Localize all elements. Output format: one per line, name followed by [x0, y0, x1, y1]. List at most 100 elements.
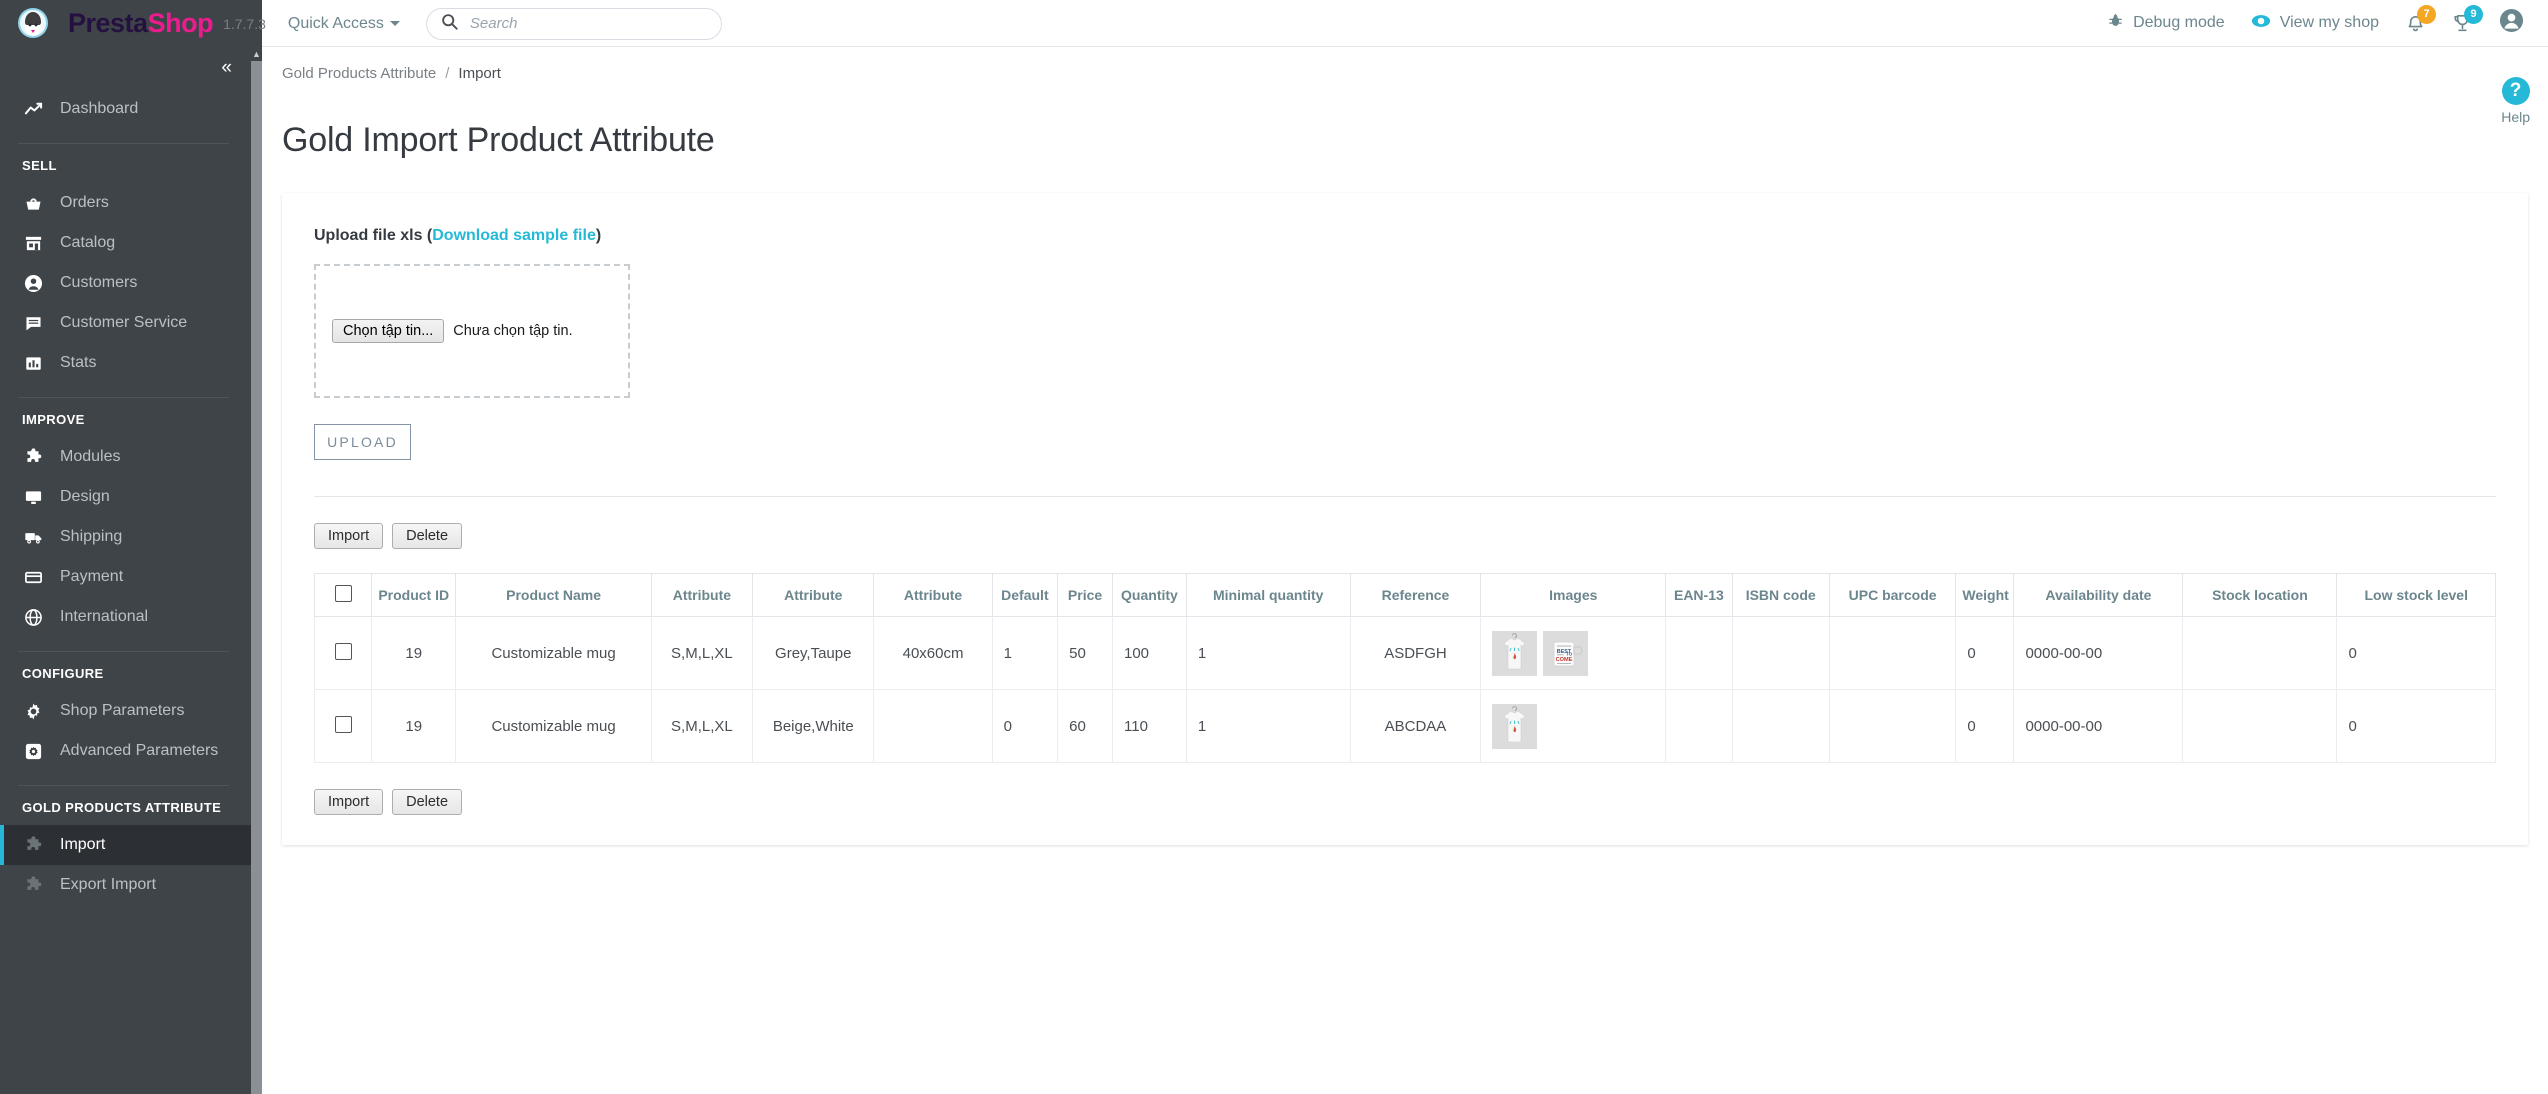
cell-product-id: 19: [370, 689, 457, 763]
cell-upc: [1828, 689, 1957, 763]
col-attribute-1: Attribute: [650, 573, 754, 617]
col-low-stock-level: Low stock level: [2336, 573, 2496, 617]
table-row: 19 Customizable mug S,M,L,XL Grey,Taupe …: [314, 616, 2496, 690]
sidebar-item-shipping[interactable]: Shipping: [0, 517, 251, 557]
cell-product-name: Customizable mug: [455, 689, 652, 763]
col-default: Default: [991, 573, 1059, 617]
select-all-header: [314, 573, 372, 617]
help-button[interactable]: ? Help: [2501, 77, 2530, 125]
sidebar-item-design[interactable]: Design: [0, 477, 251, 517]
cell-low-stock-level: 0: [2336, 616, 2496, 690]
sidebar-item-label: Payment: [60, 568, 124, 585]
scroll-up-icon[interactable]: ▲: [251, 47, 262, 61]
sidebar-item-stats[interactable]: Stats: [0, 343, 251, 383]
sidebar-item-customer-service[interactable]: Customer Service: [0, 303, 251, 343]
row-checkbox[interactable]: [334, 642, 352, 660]
upload-button[interactable]: UPLOAD: [314, 424, 411, 460]
debug-mode-label: Debug mode: [2133, 14, 2225, 31]
cell-images: BEST TO COME: [1480, 616, 1667, 690]
trending-up-icon: [22, 100, 44, 119]
quick-access-menu[interactable]: Quick Access: [288, 15, 400, 33]
cell-weight: 0: [1955, 689, 2015, 763]
row-select-cell: [314, 616, 372, 690]
breadcrumb-current: Import: [458, 65, 501, 82]
view-my-shop-button[interactable]: View my shop: [2251, 11, 2379, 36]
sidebar-group-title-sell: SELL: [22, 158, 57, 173]
delete-button-top[interactable]: Delete: [392, 523, 463, 549]
col-weight: Weight: [1955, 573, 2015, 617]
sidebar-scrollbar-thumb[interactable]: [251, 47, 262, 1094]
import-button-top[interactable]: Import: [314, 523, 384, 549]
notifications-button[interactable]: 7: [2405, 4, 2436, 34]
debug-mode-button[interactable]: Debug mode: [2107, 12, 2225, 34]
cell-quantity: 110: [1112, 689, 1187, 763]
mug-thumbnail[interactable]: BEST TO COME: [1543, 630, 1589, 676]
sidebar-item-import[interactable]: Import: [0, 825, 251, 865]
sidebar-item-export-import[interactable]: Export Import: [0, 865, 251, 905]
sidebar-item-label: Stats: [60, 354, 97, 371]
upload-label-suffix: ): [595, 227, 602, 244]
cell-ean13: [1665, 689, 1733, 763]
sidebar-divider: [18, 785, 229, 786]
row-checkbox[interactable]: [334, 715, 352, 733]
sidebar-item-advanced-parameters[interactable]: Advanced Parameters: [0, 731, 251, 771]
sidebar-item-label: Export Import: [60, 876, 157, 893]
main-content: Gold Products Attribute / Import Gold Im…: [262, 47, 2548, 1094]
cell-isbn: [1731, 616, 1830, 690]
globe-icon: [22, 608, 44, 627]
sweater-thumbnail[interactable]: [1492, 703, 1538, 749]
product-attributes-table: Product ID Product Name Attribute Attrib…: [314, 573, 2496, 763]
sidebar-group-title-gold: GOLD PRODUCTS ATTRIBUTE: [22, 800, 222, 815]
sidebar-item-shop-parameters[interactable]: Shop Parameters: [0, 691, 251, 731]
sidebar-scrollbar-track[interactable]: [251, 47, 262, 1094]
download-sample-file-link[interactable]: Download sample file: [432, 227, 596, 244]
image-thumbnails: [1492, 703, 1654, 749]
sidebar-group-title-configure: CONFIGURE: [22, 666, 104, 681]
import-button-bottom[interactable]: Import: [314, 789, 384, 815]
gear-square-icon: [22, 742, 44, 761]
avatar[interactable]: [2499, 8, 2524, 38]
global-search-box[interactable]: [425, 7, 722, 40]
sweater-thumbnail[interactable]: [1492, 630, 1538, 676]
col-product-id: Product ID: [370, 573, 457, 617]
eye-icon: [2251, 11, 2271, 36]
search-input[interactable]: [467, 14, 707, 33]
sidebar-item-orders[interactable]: Orders: [0, 183, 251, 223]
breadcrumb: Gold Products Attribute / Import: [262, 47, 2548, 82]
col-ean13: EAN-13: [1665, 573, 1733, 617]
sidebar-item-dashboard[interactable]: Dashboard: [0, 89, 251, 129]
announcements-button[interactable]: 9: [2452, 4, 2483, 34]
sidebar-group-title-improve: IMPROVE: [22, 412, 85, 427]
page-title: Gold Import Product Attribute: [282, 120, 715, 159]
search-icon: [441, 13, 458, 35]
sidebar-item-customers[interactable]: Customers: [0, 263, 251, 303]
basket-icon: [22, 194, 44, 213]
sidebar-item-payment[interactable]: Payment: [0, 557, 251, 597]
cell-minimal-quantity: 1: [1185, 616, 1351, 690]
cell-isbn: [1731, 689, 1830, 763]
file-dropzone[interactable]: Chọn tập tin... Chưa chọn tập tin.: [314, 264, 630, 398]
choose-file-button[interactable]: Chọn tập tin...: [332, 319, 445, 343]
prestashop-logo[interactable]: [0, 6, 50, 40]
collapse-sidebar-button[interactable]: «: [221, 57, 231, 79]
sidebar-item-label: Shipping: [60, 528, 123, 545]
breadcrumb-parent[interactable]: Gold Products Attribute: [282, 65, 436, 82]
chat-icon: [22, 314, 44, 333]
prestashop-wordmark[interactable]: PrestaShop: [68, 8, 214, 39]
sidebar-item-label: Import: [60, 836, 106, 853]
gear-icon: [22, 702, 44, 721]
col-stock-location: Stock location: [2182, 573, 2338, 617]
select-all-checkbox[interactable]: [334, 585, 352, 602]
delete-button-bottom[interactable]: Delete: [392, 789, 463, 815]
import-panel: Upload file xls (Download sample file) C…: [282, 193, 2528, 845]
sidebar-item-international[interactable]: International: [0, 597, 251, 637]
sidebar-item-catalog[interactable]: Catalog: [0, 223, 251, 263]
svg-text:TO: TO: [1566, 651, 1573, 656]
cell-price: 50: [1057, 616, 1113, 690]
cell-default: 1: [991, 616, 1059, 690]
person-icon: [22, 274, 44, 293]
cell-upc: [1828, 616, 1957, 690]
sidebar-divider: [18, 143, 229, 144]
col-images: Images: [1480, 573, 1667, 617]
sidebar-item-modules[interactable]: Modules: [0, 437, 251, 477]
